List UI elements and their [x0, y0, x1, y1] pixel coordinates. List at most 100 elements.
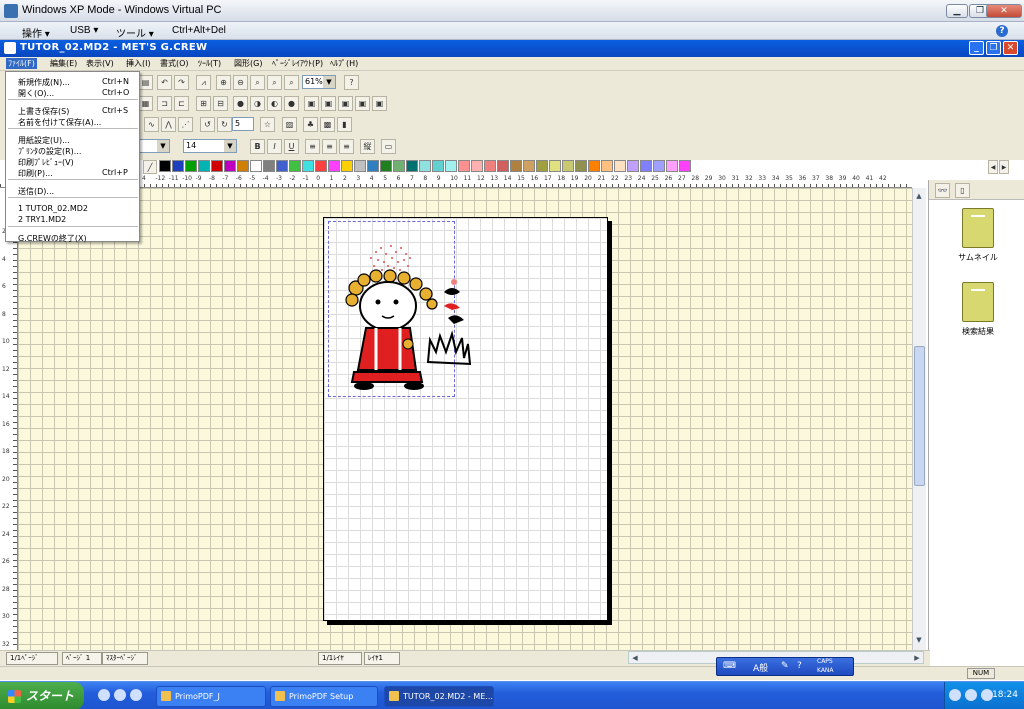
file-menu-item[interactable]: G.CREWの終了(X)	[18, 233, 87, 244]
scroll-left-icon[interactable]: ◀	[629, 652, 641, 664]
menu-shape[interactable]: 図形(G)	[234, 58, 262, 69]
color-swatch[interactable]	[393, 160, 405, 172]
zoom-page-icon[interactable]: ⌕	[284, 75, 299, 90]
vpc-close-button[interactable]: ✕	[986, 4, 1022, 18]
color-swatch[interactable]	[224, 160, 236, 172]
group-icon[interactable]: ▦	[138, 96, 153, 111]
keyboard-icon[interactable]: ⌨	[723, 661, 736, 671]
help-icon[interactable]: ?	[996, 25, 1008, 37]
clipart-girl-illustration[interactable]	[336, 240, 476, 400]
freehand-icon[interactable]: ⋰	[178, 117, 193, 132]
color-swatch[interactable]	[419, 160, 431, 172]
vpc-menu-action[interactable]: 操作 ▾	[22, 25, 50, 40]
vpc-menu-ctrl-alt-del[interactable]: Ctrl+Alt+Del	[172, 25, 226, 36]
file-menu-item[interactable]: 送信(D)...	[18, 186, 54, 197]
panel-item-search-results[interactable]: 検索結果	[943, 282, 1013, 337]
order-forward-icon[interactable]: ▣	[338, 96, 353, 111]
zoom-in-icon[interactable]: ⊕	[216, 75, 231, 90]
color-swatch[interactable]	[549, 160, 561, 172]
color-swatch[interactable]	[510, 160, 522, 172]
color-swatch[interactable]	[263, 160, 275, 172]
zoom-select[interactable]: 61% ▼	[302, 75, 336, 89]
ie-icon[interactable]	[98, 689, 110, 701]
ime-language-bar[interactable]: ⌨ A般 ✎ ? CAPS KANA	[716, 657, 854, 676]
color-swatch[interactable]	[367, 160, 379, 172]
color-swatch[interactable]	[484, 160, 496, 172]
vpc-menu-usb[interactable]: USB ▾	[70, 25, 98, 36]
panel-item-thumbnail[interactable]: サムネイル	[943, 208, 1013, 263]
color-swatch[interactable]	[666, 160, 678, 172]
bold-button[interactable]: B	[250, 139, 265, 154]
color-swatch[interactable]	[341, 160, 353, 172]
color-swatch[interactable]	[328, 160, 340, 172]
task-primopdf-j[interactable]: PrimoPDF_J	[156, 686, 266, 707]
distribute-icon[interactable]: ⊞	[196, 96, 211, 111]
menu-view[interactable]: 表示(V)	[86, 58, 114, 69]
circle-half2-icon[interactable]: ◐	[267, 96, 282, 111]
text-align-right-icon[interactable]: ≡	[339, 139, 354, 154]
color-swatch[interactable]	[406, 160, 418, 172]
menu-page-layout[interactable]: ﾍﾟｰｼﾞﾚｲｱｳﾄ(P)	[272, 58, 323, 69]
circle-half-icon[interactable]: ◑	[250, 96, 265, 111]
color-swatch[interactable]	[497, 160, 509, 172]
color-swatch[interactable]	[471, 160, 483, 172]
context-help-icon[interactable]: ?	[344, 75, 359, 90]
distribute-v-icon[interactable]: ⊟	[213, 96, 228, 111]
menu-format[interactable]: 書式(O)	[160, 58, 189, 69]
menu-file[interactable]: ﾌｧｲﾙ(F)	[6, 58, 37, 69]
color-swatch[interactable]	[679, 160, 691, 172]
underline-button[interactable]: U	[284, 139, 299, 154]
color-swatch[interactable]	[575, 160, 587, 172]
scroll-up-icon[interactable]: ▲	[913, 190, 925, 202]
text-align-center-icon[interactable]: ≡	[322, 139, 337, 154]
file-menu-item[interactable]: 1 TUTOR_02.MD2	[18, 204, 88, 213]
text-vertical-icon[interactable]: 縦	[360, 139, 375, 154]
clipart-icon[interactable]: ♣	[303, 117, 318, 132]
number-field[interactable]: 5	[232, 117, 254, 131]
file-menu-item[interactable]: 上書き保存(S)	[18, 106, 69, 117]
tray-arrow-icon[interactable]	[949, 689, 961, 701]
file-menu-item[interactable]: 用紙設定(U)...	[18, 135, 70, 146]
vpc-menu-tools[interactable]: ツール ▾	[116, 25, 154, 40]
file-menu-item[interactable]: 印刷(P)...	[18, 168, 53, 179]
master-page-tab[interactable]: ﾏｽﾀｰﾍﾟｰｼﾞ	[102, 652, 148, 665]
star-icon[interactable]: ☆	[260, 117, 275, 132]
tray-shield-icon[interactable]	[965, 689, 977, 701]
color-swatch[interactable]	[640, 160, 652, 172]
align-right-icon[interactable]: ⊏	[174, 96, 189, 111]
italic-button[interactable]: I	[267, 139, 282, 154]
color-swatch[interactable]	[302, 160, 314, 172]
print-icon[interactable]: ▤	[138, 75, 153, 90]
panel-thumbnail-icon[interactable]: ▯	[955, 183, 970, 198]
order-backward-icon[interactable]: ▣	[355, 96, 370, 111]
circle-icon[interactable]: ●	[284, 96, 299, 111]
zoom-fit-icon[interactable]: ⌕	[267, 75, 282, 90]
color-swatch[interactable]	[588, 160, 600, 172]
page-tab[interactable]: ﾍﾟｰｼﾞ 1	[62, 652, 102, 665]
app-close-button[interactable]: ✕	[1003, 41, 1018, 55]
quicklaunch-icon[interactable]	[114, 689, 126, 701]
color-swatch[interactable]	[601, 160, 613, 172]
file-menu-item[interactable]: 2 TRY1.MD2	[18, 215, 66, 224]
file-menu-item[interactable]: 新規作成(N)...	[18, 77, 70, 88]
file-menu-item[interactable]: 印刷ﾌﾟﾚﾋﾞｭｰ(V)	[18, 157, 74, 168]
menu-insert[interactable]: 挿入(I)	[126, 58, 151, 69]
order-back-icon[interactable]: ▣	[321, 96, 336, 111]
color-swatch[interactable]	[315, 160, 327, 172]
rotate-left-icon[interactable]: ↺	[200, 117, 215, 132]
file-menu-item[interactable]: 開く(O)...	[18, 88, 54, 99]
order-front-icon[interactable]: ▣	[304, 96, 319, 111]
menu-tools[interactable]: ﾂｰﾙ(T)	[198, 58, 221, 69]
align-left-icon[interactable]: ⊐	[157, 96, 172, 111]
palette-left-icon[interactable]: ◀	[988, 160, 998, 174]
color-swatch[interactable]	[159, 160, 171, 172]
no-color-swatch[interactable]: ╱	[143, 160, 157, 174]
color-swatch[interactable]	[380, 160, 392, 172]
circle-full-icon[interactable]: ●	[233, 96, 248, 111]
font-size-select[interactable]: 14 ▼	[183, 139, 237, 153]
vpc-minimize-button[interactable]: ▁	[946, 4, 968, 18]
color-swatch[interactable]	[185, 160, 197, 172]
text-align-left-icon[interactable]: ≡	[305, 139, 320, 154]
binoculars-icon[interactable]: 👓	[935, 183, 950, 198]
task-tutor[interactable]: TUTOR_02.MD2 - ME...	[384, 686, 494, 707]
